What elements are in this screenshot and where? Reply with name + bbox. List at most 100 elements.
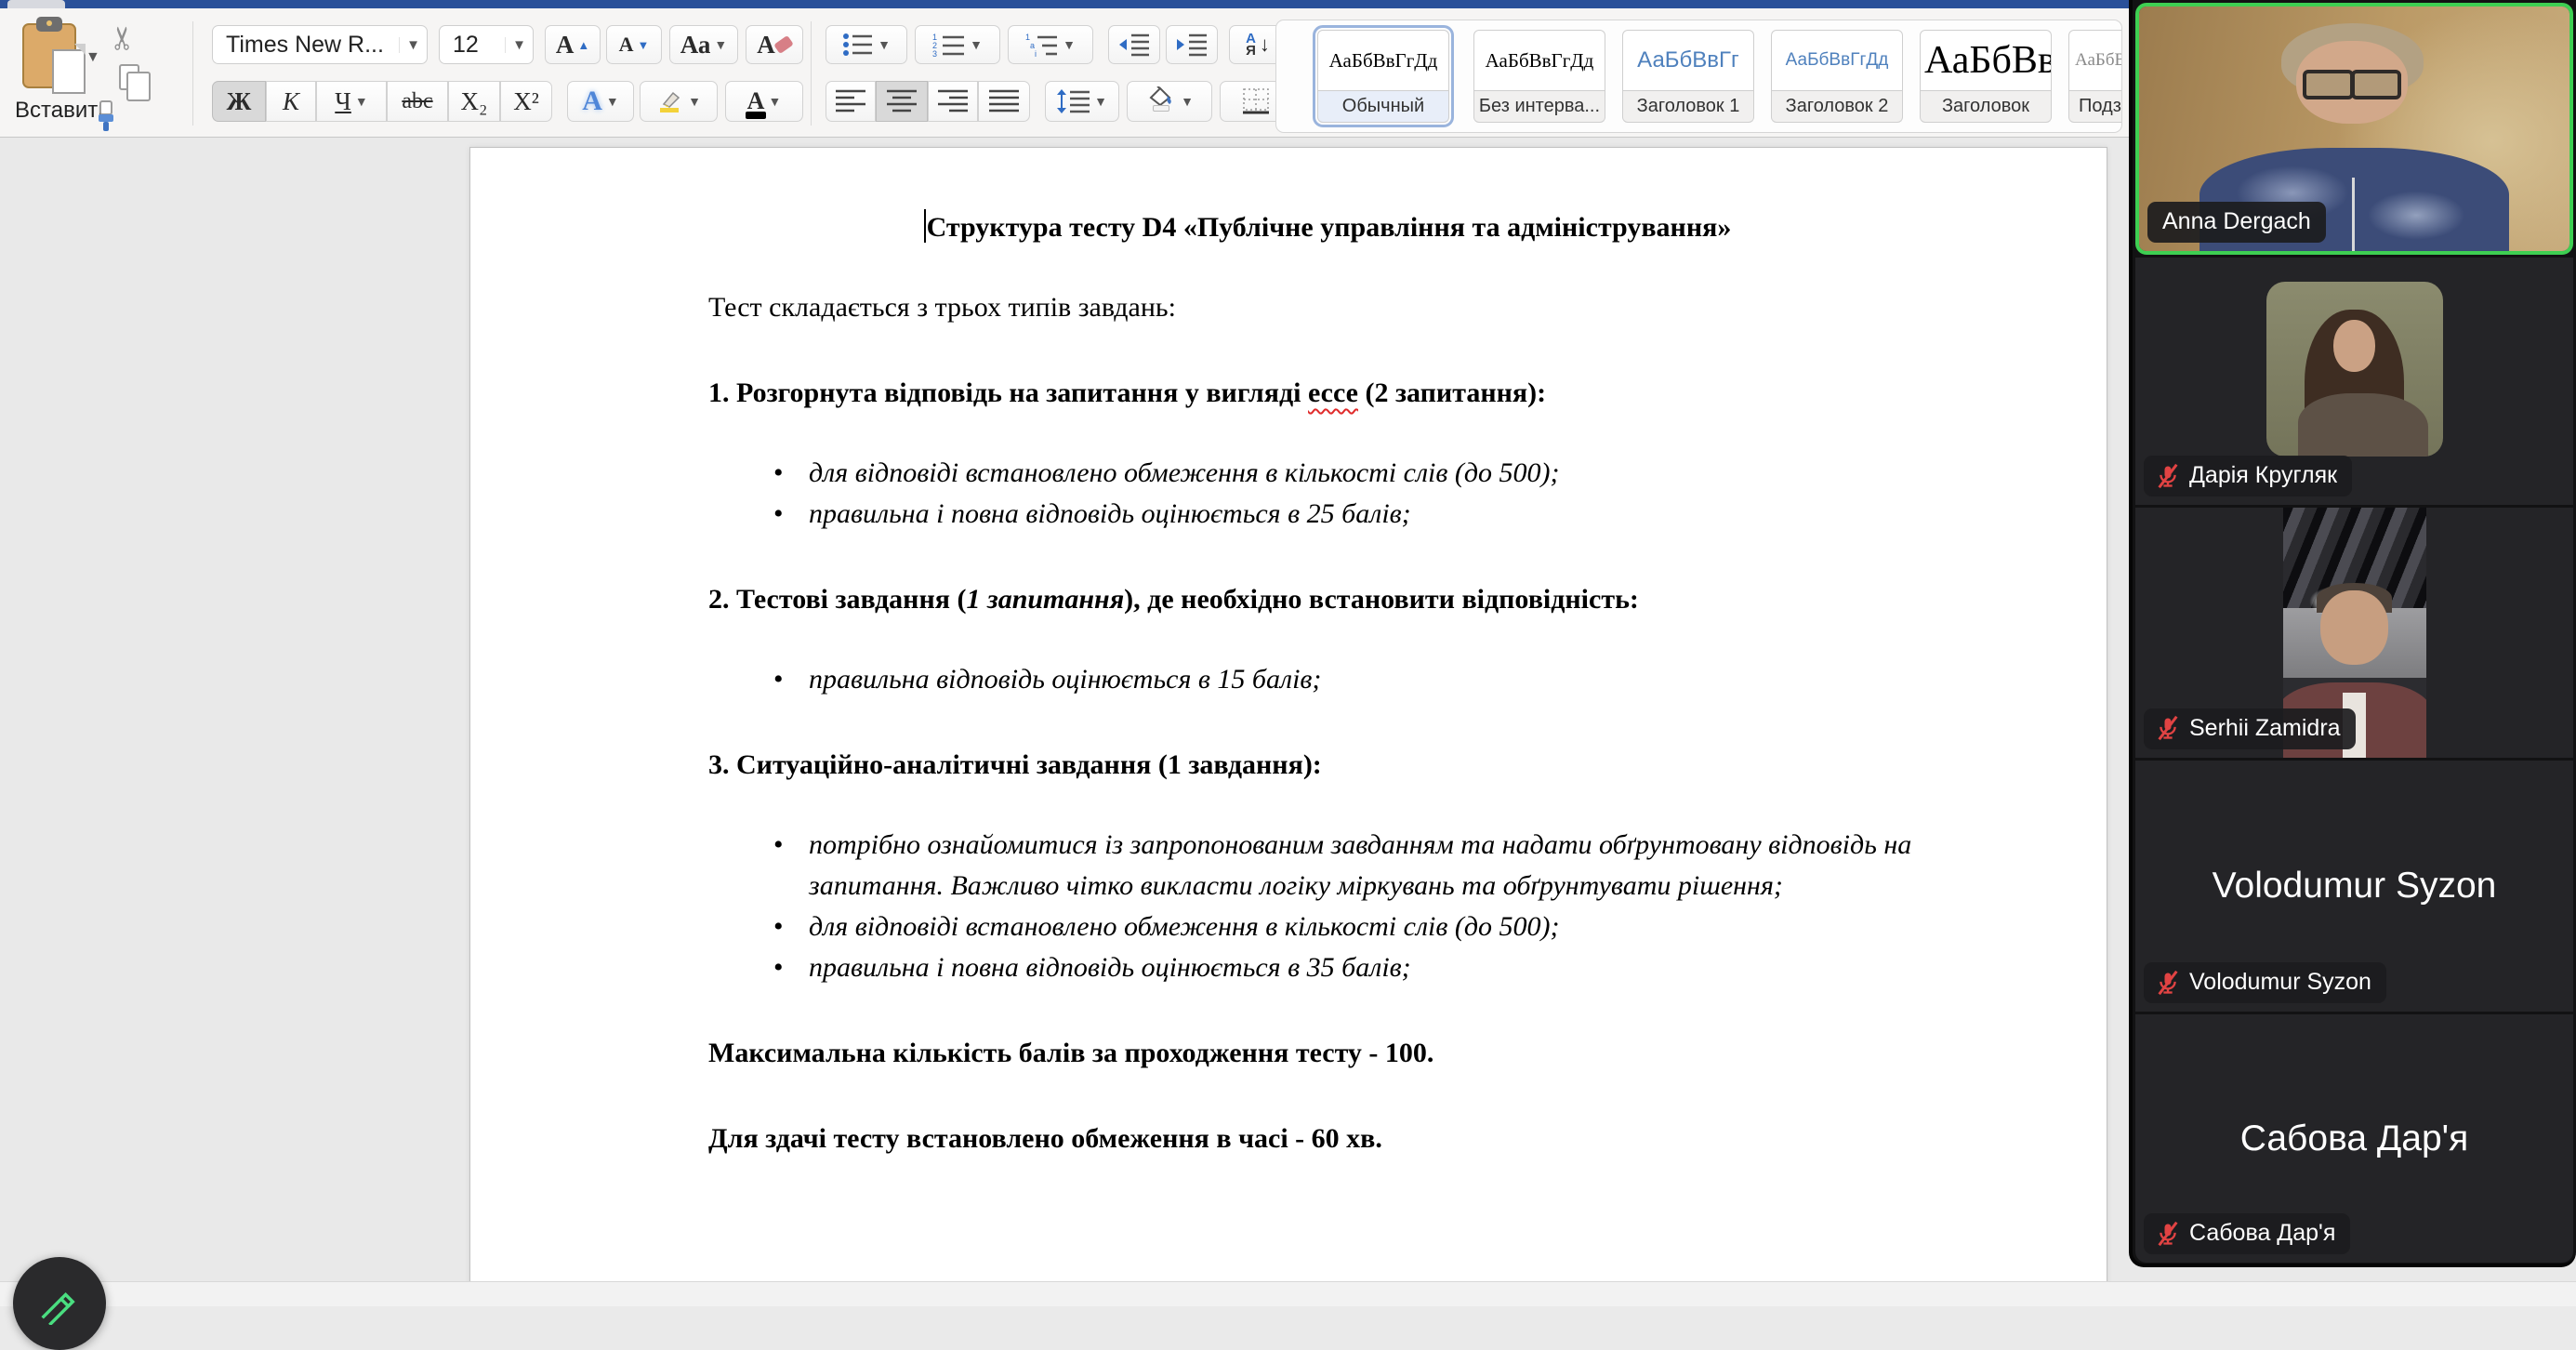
highlight-button[interactable]: ▼	[640, 81, 718, 122]
line-spacing-dropdown[interactable]: ▼	[1094, 94, 1107, 109]
participant-name: Volodumur Syzon	[2189, 969, 2371, 996]
font-color-dropdown[interactable]: ▼	[768, 94, 781, 109]
decrease-indent-button[interactable]	[1108, 25, 1160, 64]
style-label: Заголовок 2	[1771, 91, 1903, 123]
text-effects-button[interactable]: А ▼	[567, 81, 634, 122]
bullet-list-dropdown[interactable]: ▼	[878, 37, 891, 52]
bullet-list[interactable]: для відповіді встановлено обмеження в кі…	[708, 453, 1947, 535]
participant-tile-volodumur-syzon[interactable]: Volodumur Syzon Volodumur Syzon	[2135, 761, 2573, 1012]
grow-font-button[interactable]: А ▲	[545, 25, 601, 64]
bullet-list[interactable]: потрібно ознайомитися із запропонованим …	[708, 825, 1947, 988]
paragraph[interactable]: Тест складається з трьох типів завдань:	[708, 287, 1947, 328]
superscript-glyph: X²	[513, 87, 539, 116]
borders-icon	[1242, 88, 1270, 114]
paste-button[interactable]	[22, 23, 76, 88]
font-color-swatch	[746, 112, 767, 119]
document-content[interactable]: Структура тесту D4 «Публічне управління …	[708, 207, 1947, 1159]
document-title[interactable]: Структура тесту D4 «Публічне управління …	[708, 207, 1947, 248]
underline-button[interactable]: Ч ▼	[316, 81, 387, 122]
italic-button[interactable]: К	[266, 81, 316, 122]
align-left-button[interactable]	[826, 81, 876, 122]
clipboard-sheet-fold	[74, 44, 86, 55]
shading-button[interactable]: ▼	[1127, 81, 1212, 122]
clipboard-clip-dot	[46, 20, 52, 26]
text-run: (2 запитання):	[1358, 377, 1546, 408]
clear-formatting-button[interactable]: А	[746, 25, 803, 64]
copy-icon[interactable]	[119, 64, 139, 90]
align-left-icon	[836, 89, 865, 113]
bullet-list-button[interactable]: ▼	[826, 25, 907, 64]
participant-tile-dariia-kruhliak[interactable]: Дарія Кругляк	[2135, 258, 2573, 506]
italic-glyph: К	[283, 87, 299, 116]
text-effects-dropdown[interactable]: ▼	[606, 94, 619, 109]
illustration-shape	[2352, 178, 2355, 251]
paste-dropdown[interactable]: ▼	[86, 49, 100, 66]
style-chip-normal[interactable]: АаБбВвГгДд Обычный	[1317, 30, 1449, 123]
align-right-button[interactable]	[928, 81, 978, 122]
multilevel-list-dropdown[interactable]: ▼	[1063, 37, 1076, 52]
bullet-item[interactable]: потрібно ознайомитися із запропонованим …	[708, 825, 1947, 907]
line-spacing-icon	[1057, 89, 1090, 113]
numbered-list-button[interactable]: 1 2 3 ▼	[915, 25, 1000, 64]
style-label: Подза	[2068, 91, 2122, 123]
shading-dropdown[interactable]: ▼	[1181, 94, 1194, 109]
multilevel-list-button[interactable]: 1 a i ▼	[1008, 25, 1093, 64]
group-separator	[192, 21, 193, 126]
font-size-dropdown[interactable]: ▼	[505, 37, 533, 53]
justify-button[interactable]	[978, 81, 1030, 122]
annotate-button[interactable]	[13, 1257, 106, 1350]
style-chip-subtitle[interactable]: АаБбВвГгДд Подза	[2068, 30, 2122, 123]
style-preview: АаБбВвГгДд	[2068, 30, 2122, 91]
bullet-item[interactable]: правильна і повна відповідь оцінюється в…	[708, 494, 1947, 535]
align-center-button[interactable]	[876, 81, 928, 122]
font-color-button[interactable]: А ▼	[725, 81, 803, 122]
highlight-dropdown[interactable]: ▼	[688, 94, 701, 109]
strikethrough-button[interactable]: abc	[387, 81, 448, 122]
numbered-list-dropdown[interactable]: ▼	[970, 37, 983, 52]
superscript-button[interactable]: X²	[500, 81, 552, 122]
bullet-item[interactable]: правильна і повна відповідь оцінюється в…	[708, 947, 1947, 988]
participant-tile-anna-dergach[interactable]: Anna Dergach	[2135, 3, 2573, 255]
style-chip-heading1[interactable]: АаБбВвГг Заголовок 1	[1622, 30, 1754, 123]
bullet-item[interactable]: правильна відповідь оцінюється в 15 балі…	[708, 659, 1947, 700]
font-size-combo[interactable]: 12 ▼	[439, 25, 534, 64]
bold-button[interactable]: Ж	[212, 81, 266, 122]
muted-mic-icon	[2155, 970, 2181, 996]
change-case-button[interactable]: Аа ▼	[669, 25, 738, 64]
svg-text:3: 3	[932, 49, 937, 57]
bottom-strip	[0, 1281, 2576, 1306]
style-chip-title[interactable]: АаБбВвГгДд Заголовок	[1920, 30, 2052, 123]
format-painter-icon[interactable]	[89, 99, 121, 133]
participant-tile-sabova-daria[interactable]: Сабова Дар'я Сабова Дар'я	[2135, 1014, 2573, 1263]
shrink-font-arrow-icon: ▼	[638, 38, 650, 52]
document-page[interactable]: Структура тесту D4 «Публічне управління …	[469, 147, 2107, 1281]
increase-indent-button[interactable]	[1166, 25, 1218, 64]
muted-mic-icon	[2155, 1221, 2181, 1247]
change-case-glyph: Аа	[680, 31, 711, 60]
sort-arrow-icon: ↓	[1260, 33, 1270, 57]
bullet-item[interactable]: для відповіді встановлено обмеження в кі…	[708, 453, 1947, 494]
paragraph[interactable]: Для здачі тесту встановлено обмеження в …	[708, 1118, 1947, 1159]
style-chip-no-spacing[interactable]: АаБбВвГгДд Без интерва...	[1473, 30, 1605, 123]
participant-name-chip: Volodumur Syzon	[2144, 962, 2386, 1003]
paragraph[interactable]: 2. Тестові завдання (1 запитання), де не…	[708, 579, 1947, 620]
paragraph[interactable]: 1. Розгорнута відповідь на запитання у в…	[708, 373, 1947, 414]
font-name-dropdown[interactable]: ▼	[399, 37, 427, 53]
participant-name: Дарія Кругляк	[2189, 462, 2337, 489]
cut-icon[interactable]: ✂	[104, 25, 141, 52]
pencil-icon	[35, 1282, 78, 1325]
svg-text:i: i	[1035, 49, 1037, 57]
bullet-list[interactable]: правильна відповідь оцінюється в 15 балі…	[708, 659, 1947, 700]
bullet-item[interactable]: для відповіді встановлено обмеження в кі…	[708, 907, 1947, 947]
style-chip-heading2[interactable]: АаБбВвГгДд Заголовок 2	[1771, 30, 1903, 123]
paragraph[interactable]: Максимальна кількість балів за проходжен…	[708, 1033, 1947, 1074]
misspelled-word: ессе	[1308, 377, 1358, 408]
paragraph[interactable]: 3. Ситуаційно-аналітичні завдання (1 зав…	[708, 745, 1947, 786]
underline-dropdown[interactable]: ▼	[355, 94, 368, 109]
shrink-font-button[interactable]: А ▼	[606, 25, 662, 64]
font-color-glyph: А	[747, 87, 765, 114]
line-spacing-button[interactable]: ▼	[1045, 81, 1119, 122]
subscript-button[interactable]: X₂	[448, 81, 500, 122]
participant-tile-serhii-zamidra[interactable]: Serhii Zamidra	[2135, 508, 2573, 758]
font-name-combo[interactable]: Times New R... ▼	[212, 25, 428, 64]
